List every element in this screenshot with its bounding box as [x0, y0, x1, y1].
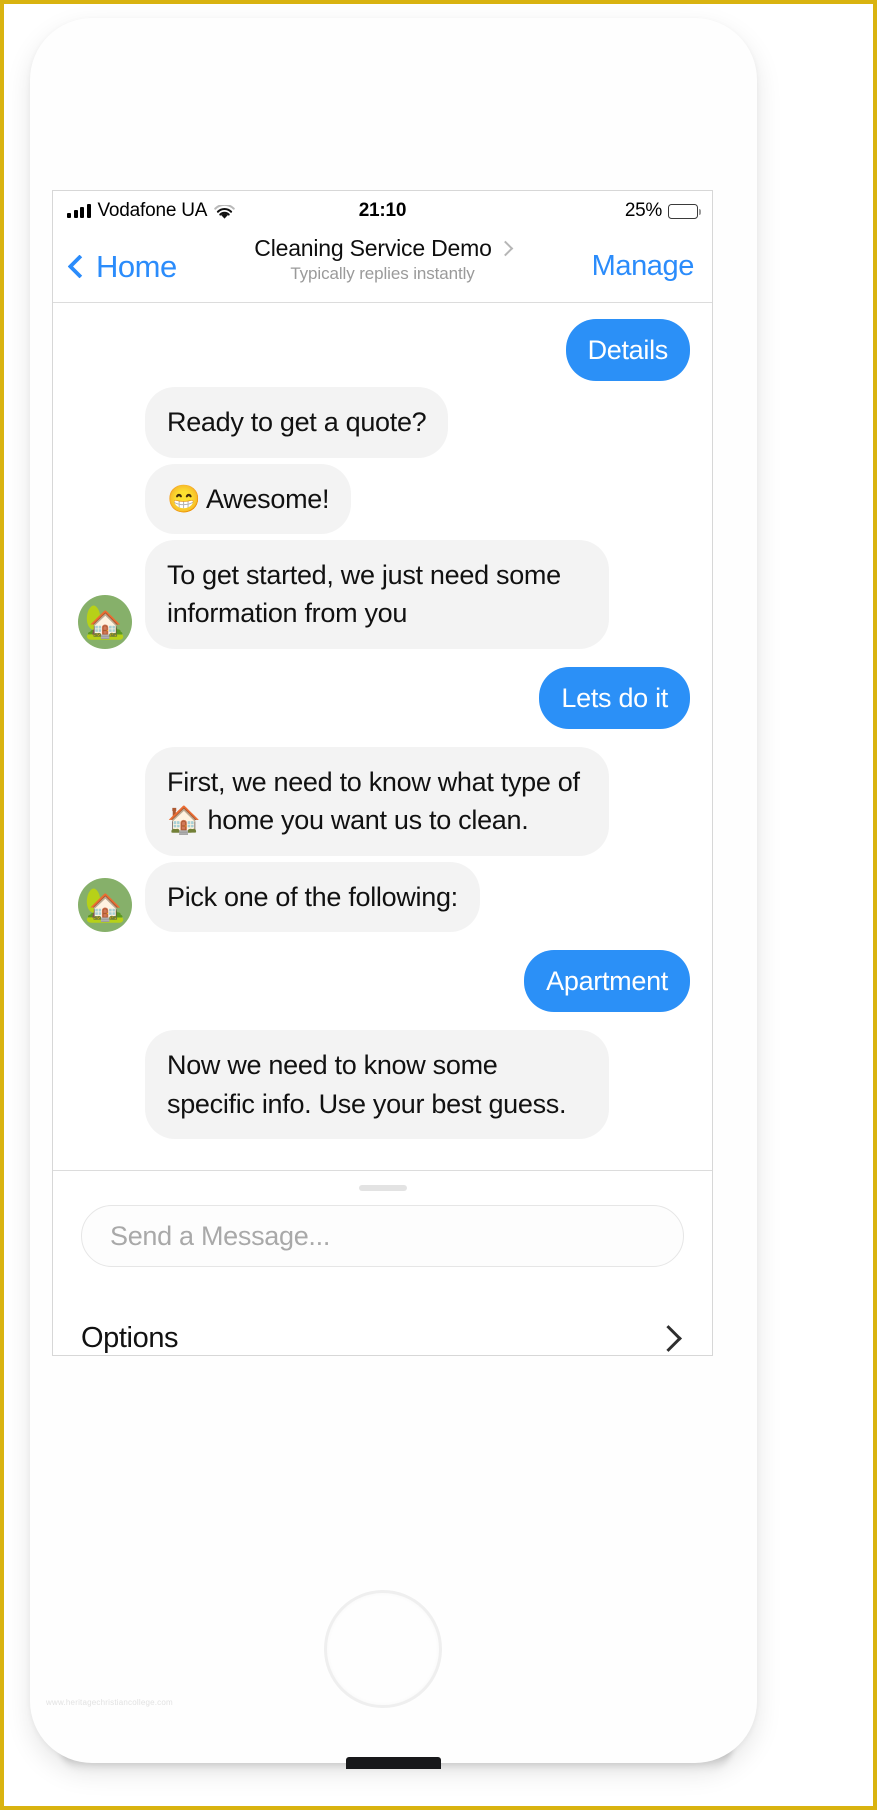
message-bubble-incoming[interactable]: Now we need to know some specific info. …	[145, 1030, 609, 1139]
chevron-up-icon[interactable]	[655, 1325, 682, 1352]
message-bubble-outgoing[interactable]: Details	[565, 319, 690, 382]
drag-handle[interactable]	[358, 1185, 407, 1191]
message-row: Apartment	[53, 949, 712, 1013]
message-bubble-incoming[interactable]: Ready to get a quote?	[145, 387, 449, 458]
message-bubble-incoming[interactable]: To get started, we just need some inform…	[145, 539, 609, 649]
message-thread[interactable]: Details Ready to get a quote? 😁 Awesome!…	[53, 303, 712, 1170]
message-bubble-incoming[interactable]: First, we need to know what type of 🏠 ho…	[145, 746, 609, 856]
conversation-title-button[interactable]: Cleaning Service Demo	[254, 235, 513, 262]
message-row: Details	[53, 319, 712, 382]
carrier-label: Vodafone UA	[97, 200, 208, 221]
message-bubble-outgoing[interactable]: Apartment	[524, 949, 690, 1013]
message-bubble-incoming[interactable]: Pick one of the following:	[145, 861, 480, 932]
status-bar-right: 25%	[624, 200, 701, 222]
battery-percent-label: 25%	[624, 200, 662, 221]
message-bubble-incoming[interactable]: 😁 Awesome!	[145, 463, 352, 534]
bot-avatar[interactable]: 🏡	[78, 877, 132, 932]
message-row: Ready to get a quote?	[53, 387, 712, 458]
battery-icon	[668, 203, 701, 219]
back-button[interactable]: Home	[67, 248, 177, 285]
phone-screen: Vodafone UA 21:10 25% Home Cleaning Serv…	[52, 190, 713, 1356]
status-bar-left: Vodafone UA	[67, 200, 236, 222]
avatar-slot: 🏡	[75, 594, 135, 649]
options-label: Options	[81, 1325, 179, 1354]
page-frame: www.heritagechristiancollege.com Vodafon…	[0, 0, 877, 1810]
message-row: 😁 Awesome!	[53, 463, 712, 534]
message-input-placeholder: Send a Message...	[110, 1220, 331, 1251]
message-input[interactable]: Send a Message...	[81, 1205, 684, 1267]
message-row: 🏡 To get started, we just need some info…	[53, 539, 712, 649]
page-title: Cleaning Service Demo	[254, 235, 492, 261]
message-row: First, we need to know what type of 🏠 ho…	[53, 746, 712, 856]
message-row: Lets do it	[53, 666, 712, 729]
bot-avatar[interactable]: 🏡	[78, 594, 132, 649]
phone-bottom-notch	[346, 1757, 441, 1769]
home-button[interactable]	[324, 1590, 442, 1708]
composer-bar: Send a Message...	[53, 1170, 712, 1277]
chevron-right-icon	[497, 240, 513, 257]
message-row: 🏡 Pick one of the following:	[53, 861, 712, 932]
message-row: Now we need to know some specific info. …	[53, 1030, 712, 1139]
watermark: www.heritagechristiancollege.com	[46, 1698, 173, 1707]
chevron-left-icon	[67, 254, 92, 279]
manage-button[interactable]: Manage	[592, 250, 695, 283]
message-bubble-outgoing[interactable]: Lets do it	[539, 666, 690, 729]
back-button-label: Home	[96, 248, 177, 284]
signal-bars-icon	[67, 204, 91, 218]
status-bar: Vodafone UA 21:10 25%	[53, 191, 712, 231]
nav-bar: Home Cleaning Service Demo Typically rep…	[53, 231, 712, 303]
avatar-slot: 🏡	[75, 877, 135, 932]
wifi-icon	[214, 203, 236, 219]
options-panel[interactable]: Options	[53, 1325, 712, 1355]
